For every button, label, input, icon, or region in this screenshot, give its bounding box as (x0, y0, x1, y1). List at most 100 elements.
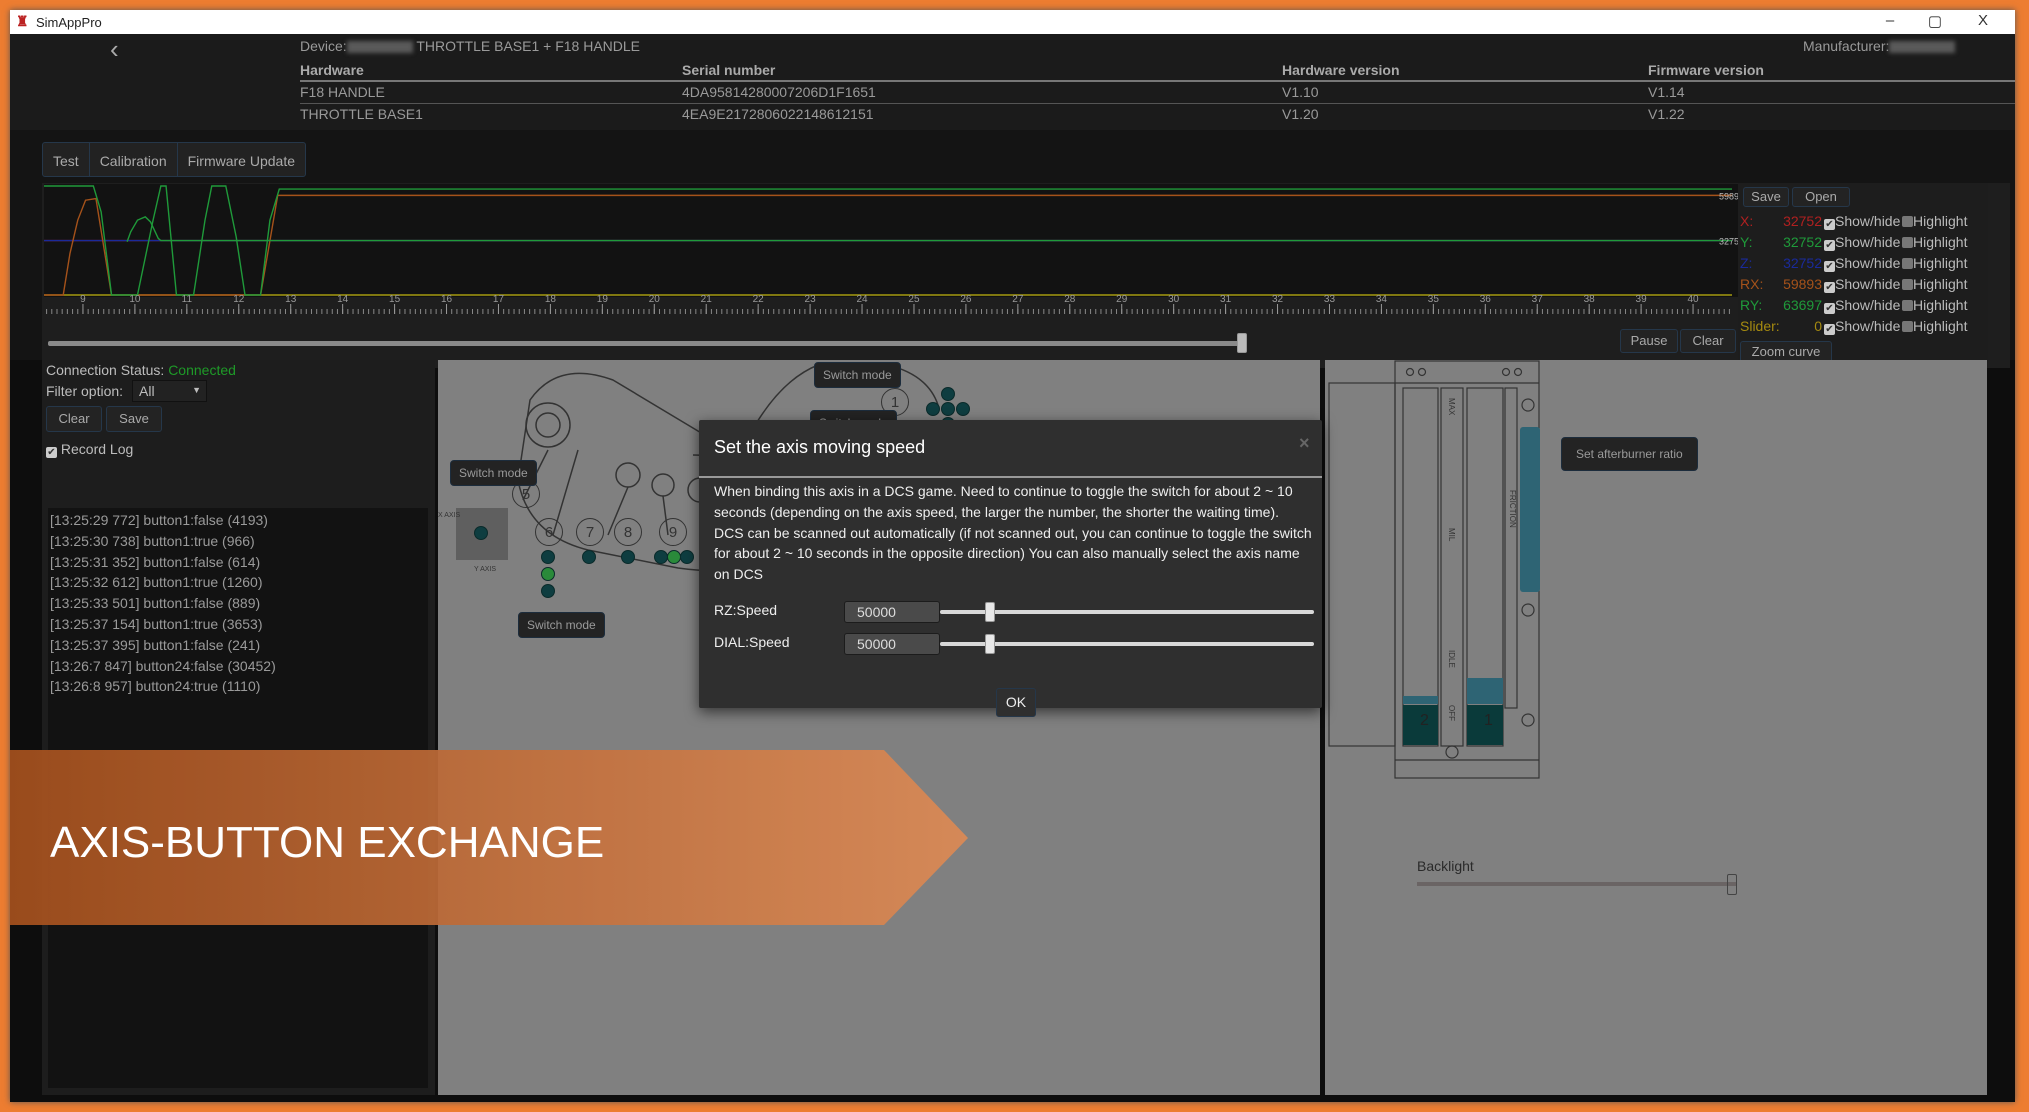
button-indicator[interactable] (541, 584, 555, 598)
column-header: Hardware version (1282, 62, 1400, 78)
close-window-button[interactable]: X (1968, 12, 1998, 29)
highlight-checkbox[interactable]: Highlight (1902, 295, 1967, 315)
x-tick-label: 22 (753, 294, 765, 305)
show-hide-checkbox[interactable]: ✔Show/hide (1824, 316, 1900, 336)
marking-max: MAX (1447, 398, 1456, 415)
button-indicator[interactable] (541, 567, 555, 581)
highlight-checkbox[interactable]: Highlight (1902, 253, 1967, 273)
set-afterburner-ratio-button[interactable]: Set afterburner ratio (1561, 437, 1698, 471)
title-bar: ♜ SimAppPro – ▢ X (10, 10, 2015, 34)
dpad-up[interactable] (941, 387, 955, 401)
show-hide-checkbox[interactable]: ✔Show/hide (1824, 274, 1900, 294)
speed-input[interactable]: 50000 (844, 633, 940, 655)
speed-slider[interactable] (940, 610, 1314, 614)
button-indicator[interactable] (680, 550, 694, 564)
tab-firmware-update[interactable]: Firmware Update (178, 143, 305, 176)
dialog-title: Set the axis moving speed (714, 437, 925, 458)
show-hide-checkbox[interactable]: ✔Show/hide (1824, 232, 1900, 252)
timeline-scrollbar[interactable] (48, 341, 1240, 346)
log-entry: [13:25:32 612] button1:true (1260) (48, 572, 428, 593)
button-indicator[interactable] (654, 550, 668, 564)
checkbox-checked-icon: ✔ (1824, 219, 1835, 230)
tab-calibration[interactable]: Calibration (90, 143, 178, 176)
show-hide-checkbox[interactable]: ✔Show/hide (1824, 211, 1900, 231)
tab-bar: Test Calibration Firmware Update (42, 142, 306, 177)
open-curve-button[interactable]: Open (1792, 187, 1850, 207)
button-indicator[interactable] (541, 550, 555, 564)
x-tick-label: 39 (1636, 294, 1648, 305)
highlight-label: Highlight (1913, 234, 1967, 250)
show-hide-label: Show/hide (1835, 318, 1900, 334)
axis-speed-dialog: Set the axis moving speed × When binding… (699, 420, 1322, 708)
x-tick-label: 16 (441, 294, 453, 305)
log-entry: [13:25:31 352] button1:false (614) (48, 552, 428, 573)
pause-button[interactable]: Pause (1620, 329, 1678, 353)
highlight-checkbox[interactable]: Highlight (1902, 211, 1967, 231)
switch-mode-button[interactable]: Switch mode (450, 460, 537, 486)
cell: 4DA95814280007206D1F1651 (682, 84, 876, 100)
speed-slider[interactable] (940, 642, 1314, 646)
back-chevron-icon[interactable]: ‹ (110, 34, 119, 65)
backlight-slider[interactable] (1417, 882, 1737, 886)
cell: V1.22 (1648, 106, 1685, 122)
xy-axis-stick[interactable] (456, 508, 508, 560)
dpad-right[interactable] (956, 402, 970, 416)
x-tick-label: 19 (597, 294, 609, 305)
maximize-button[interactable]: ▢ (1920, 12, 1950, 30)
callout-6: 6 (535, 518, 563, 546)
x-tick-label: 23 (805, 294, 817, 305)
button-indicator[interactable] (582, 550, 596, 564)
speed-slider-thumb[interactable] (985, 602, 995, 622)
close-icon[interactable]: × (1299, 433, 1310, 454)
filter-value: All (139, 383, 155, 399)
marking-off: OFF (1447, 705, 1456, 721)
ok-button[interactable]: OK (996, 688, 1036, 717)
checkbox-checked-icon: ✔ (1824, 240, 1835, 251)
cell: F18 HANDLE (300, 84, 385, 100)
button-indicator[interactable] (667, 550, 681, 564)
checkbox-unchecked-icon (1902, 216, 1913, 227)
dpad-center[interactable] (941, 402, 955, 416)
clear-chart-button[interactable]: Clear (1680, 329, 1736, 353)
backlight-slider-thumb[interactable] (1727, 874, 1737, 895)
clear-log-button[interactable]: Clear (46, 406, 102, 432)
show-hide-label: Show/hide (1835, 276, 1900, 292)
checkbox-checked-icon: ✔ (1824, 303, 1835, 314)
marking-mil: MIL (1447, 528, 1456, 541)
switch-mode-button[interactable]: Switch mode (814, 362, 901, 388)
axis-legend-panel: Save Open X:32752✔Show/hideHighlightY:32… (1738, 183, 1988, 368)
highlight-checkbox[interactable]: Highlight (1902, 316, 1967, 336)
checkbox-unchecked-icon (1902, 300, 1913, 311)
x-tick-label: 30 (1168, 294, 1180, 305)
highlight-checkbox[interactable]: Highlight (1902, 274, 1967, 294)
show-hide-label: Show/hide (1835, 297, 1900, 313)
save-log-button[interactable]: Save (106, 406, 162, 432)
save-curve-button[interactable]: Save (1743, 187, 1789, 207)
switch-mode-button[interactable]: Switch mode (518, 612, 605, 638)
dpad-left[interactable] (926, 402, 940, 416)
x-axis-label: X AXIS (438, 512, 460, 519)
button-indicator[interactable] (621, 550, 635, 564)
show-hide-checkbox[interactable]: ✔Show/hide (1824, 295, 1900, 315)
button-indicator (474, 526, 488, 540)
speed-slider-thumb[interactable] (985, 634, 995, 654)
checkbox-unchecked-icon (1902, 321, 1913, 332)
log-entry: [13:25:30 738] button1:true (966) (48, 531, 428, 552)
x-tick-label: 35 (1428, 294, 1440, 305)
speed-input[interactable]: 50000 (844, 601, 940, 623)
highlight-checkbox[interactable]: Highlight (1902, 232, 1967, 252)
x-tick-label: 40 (1687, 294, 1699, 305)
device-info: Device: THROTTLE BASE1 + F18 HANDLE (300, 38, 640, 54)
show-hide-checkbox[interactable]: ✔Show/hide (1824, 253, 1900, 273)
column-header: Serial number (682, 62, 775, 78)
minimize-button[interactable]: – (1875, 12, 1905, 29)
record-log-checkbox[interactable]: ✔ Record Log (46, 441, 133, 458)
x-tick-label: 21 (701, 294, 713, 305)
filter-select[interactable]: All ▼ (132, 380, 207, 402)
cell: THROTTLE BASE1 (300, 106, 423, 122)
timeline-scroll-thumb[interactable] (1237, 333, 1247, 353)
tab-test[interactable]: Test (43, 143, 90, 176)
x-tick-label: 25 (908, 294, 920, 305)
filter-option-label: Filter option: (46, 383, 123, 399)
callout-9: 9 (659, 518, 687, 546)
